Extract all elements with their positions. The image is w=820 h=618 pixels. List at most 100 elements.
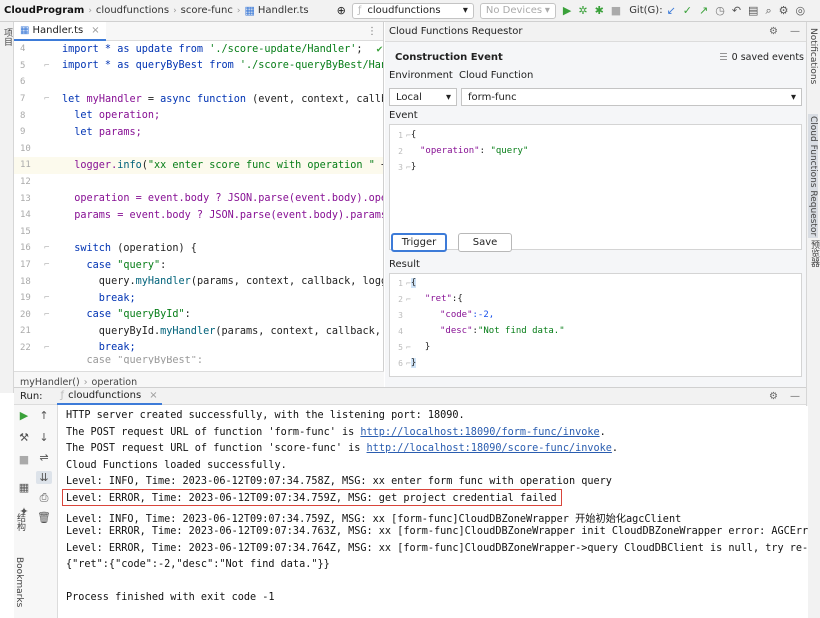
code-line: 20 ⌐ case "queryById": xyxy=(20,309,191,321)
breadcrumb-folder[interactable]: cloudfunctions xyxy=(96,5,169,16)
editor-tabs: ▦ Handler.ts × ⋮ xyxy=(14,21,383,41)
dropdown-arrow-icon: ▾ xyxy=(445,91,451,103)
score-func-url-link[interactable]: http://localhost:18090/score-func/invoke xyxy=(367,443,612,454)
notifications-tool-label[interactable]: Notifications xyxy=(808,28,818,84)
minimize-icon[interactable]: — xyxy=(790,391,800,402)
trash-icon[interactable]: 🗑 xyxy=(36,511,52,524)
code-line: 9 let params; xyxy=(20,126,142,138)
attach-debugger-icon[interactable]: ✱ xyxy=(595,5,604,16)
rollback-icon[interactable]: ↶ xyxy=(732,5,741,16)
cloud-function-select[interactable]: form-func ▾ xyxy=(461,88,802,106)
bookmarks-tool-label[interactable]: Bookmarks xyxy=(14,557,24,607)
code-line: 7 ⌐ let myHandler = async function (event,… xyxy=(20,93,383,105)
chevron-right-icon: › xyxy=(173,5,177,16)
code-line: 5 ⌐ import * as queryByBest from './score-… xyxy=(20,60,383,72)
code-line: 16 ⌐ switch (operation) { xyxy=(20,242,197,254)
rerun-icon[interactable]: ▶ xyxy=(16,409,32,422)
console-line: Cloud Functions loaded successfully. xyxy=(66,460,287,471)
gear-icon[interactable]: ⚙ xyxy=(769,391,778,402)
structure-tool-label[interactable]: 结构 xyxy=(14,513,27,531)
check-icon: ✔ xyxy=(376,43,383,55)
close-icon[interactable]: × xyxy=(149,390,157,401)
git-commit-icon[interactable]: ✓ xyxy=(683,5,692,16)
more-options-icon[interactable]: ⋮ xyxy=(367,26,377,37)
typescript-file-icon: ▦ xyxy=(244,4,255,17)
panel-header: Cloud Functions Requestor ⚙ — xyxy=(385,22,806,42)
search-icon[interactable]: ⌕ xyxy=(765,5,771,16)
run-console-output[interactable]: HTTP server created successfully, with t… xyxy=(60,406,808,618)
environment-label: Environment xyxy=(389,70,453,81)
target-icon[interactable]: ⊕ xyxy=(337,5,346,16)
result-label: Result xyxy=(389,259,420,270)
console-line: Level: INFO, Time: 2023-06-12T09:07:34.7… xyxy=(66,476,612,487)
cloud-functions-requestor-panel: Cloud Functions Requestor ⚙ — Constructi… xyxy=(385,22,806,393)
git-update-icon[interactable]: ↙ xyxy=(667,5,676,16)
save-button[interactable]: Save xyxy=(458,233,512,252)
tab-handler-ts[interactable]: ▦ Handler.ts × xyxy=(14,21,106,41)
console-line: Process finished with exit code -1 xyxy=(66,592,275,603)
code-line: 12 xyxy=(20,177,31,188)
chevron-right-icon: › xyxy=(88,5,92,16)
panel-title: Cloud Functions Requestor xyxy=(389,26,523,37)
stop-icon[interactable]: ■ xyxy=(611,5,621,16)
debug-icon[interactable]: ✲ xyxy=(578,5,587,16)
history-icon[interactable]: ◷ xyxy=(715,5,725,16)
form-func-url-link[interactable]: http://localhost:18090/form-func/invoke xyxy=(360,427,599,438)
saved-events-link[interactable]: ☰ 0 saved events xyxy=(719,52,804,63)
console-line: The POST request URL of function 'form-f… xyxy=(66,427,606,438)
gear-icon[interactable]: ⚙ xyxy=(769,26,778,37)
dropdown-arrow-icon: ▾ xyxy=(544,5,550,16)
code-line: 6 xyxy=(20,77,26,88)
console-line: Level: INFO, Time: 2023-06-12T09:07:34.7… xyxy=(66,514,682,525)
breadcrumb-subfolder[interactable]: score-func xyxy=(181,5,233,16)
git-push-icon[interactable]: ↗ xyxy=(699,5,708,16)
scroll-up-icon[interactable]: ↑ xyxy=(36,409,52,422)
trigger-button[interactable]: Trigger xyxy=(391,233,447,252)
wrench-icon[interactable]: ⚒ xyxy=(16,431,32,444)
cloud-function-label: Cloud Function xyxy=(459,70,534,81)
code-line-current: 11 logger. info("xx enter score func with… xyxy=(14,157,383,174)
previewer-tool-label[interactable]: 预览器 xyxy=(808,240,820,267)
error-highlight-box xyxy=(62,489,562,506)
event-label: Event xyxy=(389,110,418,121)
right-tool-strip: Notifications Cloud Functions Requestor … xyxy=(806,22,820,618)
run-config-selector[interactable]: ƒ cloudfunctions ▾ xyxy=(351,2,474,19)
assistant-icon[interactable]: ◎ xyxy=(796,5,806,16)
soft-wrap-icon[interactable]: ⇌ xyxy=(36,451,52,464)
stop-icon[interactable]: ■ xyxy=(16,453,32,466)
environment-select[interactable]: Local ▾ xyxy=(389,88,457,106)
dropdown-arrow-icon: ▾ xyxy=(790,91,796,103)
function-icon: ƒ xyxy=(60,389,65,401)
construction-event-title: Construction Event xyxy=(395,52,503,63)
code-line: 8 let operation; xyxy=(20,110,161,122)
run-icon[interactable]: ▶ xyxy=(563,5,571,16)
code-editor-panel: ▦ Handler.ts × ⋮ 4 import * as update fro… xyxy=(14,21,384,393)
code-area[interactable]: 4 import * as update from './score-update… xyxy=(14,41,383,371)
project-structure-icon[interactable]: ▤ xyxy=(748,5,758,16)
print-icon[interactable]: ⎙ xyxy=(36,491,52,505)
project-name[interactable]: CloudProgram xyxy=(4,5,84,16)
code-line-partial: case "queryByBest": xyxy=(62,356,204,365)
requestor-tool-label[interactable]: Cloud Functions Requestor xyxy=(808,114,818,239)
typescript-file-icon: ▦ xyxy=(20,24,30,36)
device-selector[interactable]: No Devices ▾ xyxy=(479,2,556,19)
chevron-right-icon: › xyxy=(236,5,241,16)
scroll-down-icon[interactable]: ↓ xyxy=(36,431,52,444)
event-json-editor[interactable]: 1 ⌐{ 2 "operation": "query" 3 ⌐} xyxy=(389,124,802,250)
code-line: 21 queryById. myHandler (params, context, … xyxy=(20,325,381,337)
layout-icon[interactable]: ▦ xyxy=(16,481,32,494)
run-tab-cloudfunctions[interactable]: ƒ cloudfunctions × xyxy=(56,387,162,405)
result-json-viewer[interactable]: 1 ⌐{ 2 ⌐ "ret":{ 3 "code":-2, 4 "desc": "Not f… xyxy=(389,273,802,377)
list-icon: ☰ xyxy=(719,52,728,63)
project-tool-label[interactable]: 项目 xyxy=(1,28,14,46)
scroll-to-end-icon[interactable]: ⇊ xyxy=(36,471,52,484)
breadcrumb-file[interactable]: Handler.ts xyxy=(258,5,309,16)
close-icon[interactable]: × xyxy=(91,25,99,36)
minimize-icon[interactable]: — xyxy=(790,26,800,37)
gear-icon[interactable]: ⚙ xyxy=(779,5,789,16)
git-label: Git(G): xyxy=(629,5,663,16)
console-line: Level: ERROR, Time: 2023-06-12T09:07:34.… xyxy=(66,526,808,537)
run-toolbar: ▶ ↑ ⚒ ↓ ■ ⇌ ⇊ ▦ ⎙ ✦ 🗑 结构 Bookmarks xyxy=(14,405,58,618)
console-line: {"ret":{"code":-2,"desc":"Not find data.… xyxy=(66,559,330,570)
code-line: 19 ⌐ break; xyxy=(20,292,136,304)
